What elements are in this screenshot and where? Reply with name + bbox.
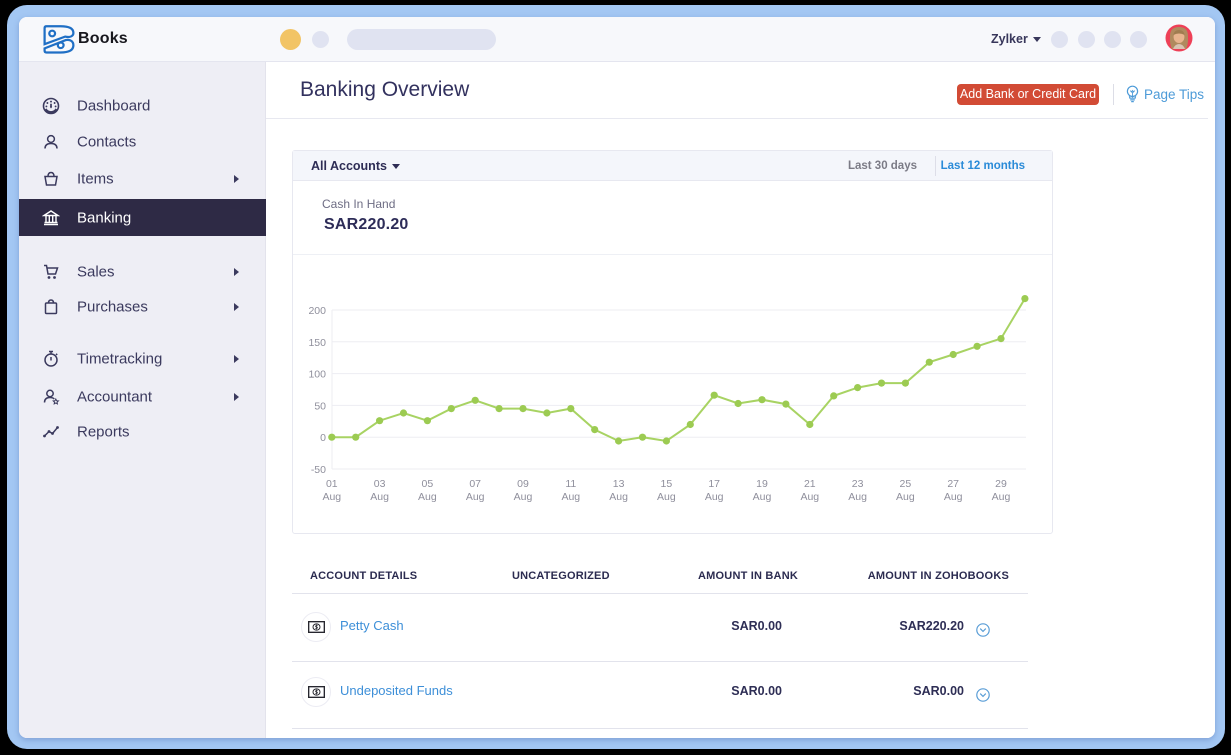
svg-text:07: 07 — [469, 478, 481, 490]
svg-text:Aug: Aug — [466, 491, 485, 503]
svg-text:Aug: Aug — [418, 491, 437, 503]
svg-text:25: 25 — [900, 478, 912, 490]
svg-text:Aug: Aug — [705, 491, 724, 503]
svg-text:Aug: Aug — [322, 491, 341, 503]
svg-text:09: 09 — [517, 478, 529, 490]
svg-text:Aug: Aug — [657, 491, 676, 503]
svg-text:Aug: Aug — [561, 491, 580, 503]
svg-text:23: 23 — [852, 478, 864, 490]
svg-text:50: 50 — [314, 400, 326, 412]
svg-text:05: 05 — [422, 478, 434, 490]
svg-text:01: 01 — [326, 478, 338, 490]
svg-text:150: 150 — [308, 337, 326, 349]
svg-text:Aug: Aug — [514, 491, 533, 503]
svg-text:21: 21 — [804, 478, 816, 490]
svg-text:Aug: Aug — [944, 491, 963, 503]
svg-text:13: 13 — [613, 478, 625, 490]
svg-text:Aug: Aug — [800, 491, 819, 503]
svg-text:-50: -50 — [311, 464, 326, 476]
svg-text:200: 200 — [308, 305, 326, 317]
svg-text:100: 100 — [308, 369, 326, 381]
svg-text:0: 0 — [320, 432, 326, 444]
svg-text:Aug: Aug — [753, 491, 772, 503]
svg-text:27: 27 — [947, 478, 959, 490]
svg-text:17: 17 — [708, 478, 720, 490]
svg-text:29: 29 — [995, 478, 1007, 490]
svg-text:Aug: Aug — [848, 491, 867, 503]
svg-text:Aug: Aug — [896, 491, 915, 503]
svg-text:03: 03 — [374, 478, 386, 490]
svg-text:19: 19 — [756, 478, 768, 490]
svg-text:11: 11 — [565, 478, 576, 490]
svg-text:Aug: Aug — [370, 491, 389, 503]
svg-text:Aug: Aug — [992, 491, 1011, 503]
svg-text:Aug: Aug — [609, 491, 628, 503]
svg-text:15: 15 — [661, 478, 673, 490]
